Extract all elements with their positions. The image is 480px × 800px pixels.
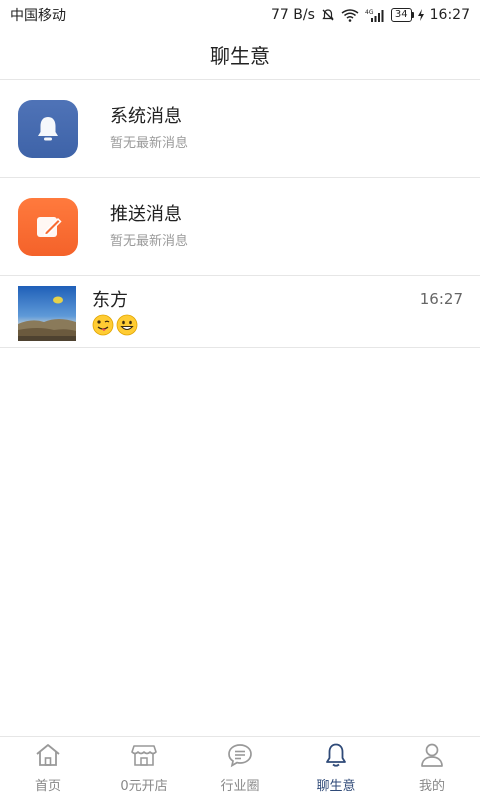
nav-label-store: 0元开店 <box>120 779 168 794</box>
message-list: 系统消息 暂无最新消息 推送消息 暂无最新消息 东方 16:27 <box>0 80 480 348</box>
push-messages-subtitle: 暂无最新消息 <box>110 233 189 249</box>
battery-indicator: 34 <box>390 8 414 22</box>
battery-level: 34 <box>394 9 408 20</box>
store-icon <box>131 745 157 766</box>
mute-icon <box>321 8 335 22</box>
chat-last-message <box>92 314 138 336</box>
grinning-emoji <box>116 314 138 336</box>
nav-label-chat-business: 聊生意 <box>316 779 356 794</box>
bell-icon <box>326 743 346 767</box>
charging-icon <box>417 9 424 21</box>
signal-icon: 4G <box>365 8 385 22</box>
home-icon <box>36 744 60 766</box>
nav-item-home[interactable]: 首页 <box>0 737 96 800</box>
status-bar: 中国移动 77 B/s 4G 34 16:27 <box>0 0 480 30</box>
push-messages-text: 推送消息 暂无最新消息 <box>110 203 188 251</box>
chat-timestamp: 16:27 <box>419 290 463 308</box>
push-messages-item[interactable]: 推送消息 暂无最新消息 <box>0 178 480 276</box>
avatar <box>18 286 76 341</box>
nav-item-chat-business[interactable]: 聊生意 <box>288 737 384 800</box>
carrier-name: 中国移动 <box>10 8 66 24</box>
nav-item-profile[interactable]: 我的 <box>384 737 480 800</box>
nav-label-industry-circle: 行业圈 <box>220 779 260 794</box>
nav-item-store[interactable]: 0元开店 <box>96 737 192 800</box>
system-messages-item[interactable]: 系统消息 暂无最新消息 <box>0 80 480 178</box>
status-indicators: 77 B/s 4G 34 16:27 <box>271 7 470 23</box>
bell-icon <box>18 99 78 158</box>
clock: 16:27 <box>429 7 470 23</box>
edit-icon <box>18 197 78 256</box>
nav-label-profile: 我的 <box>418 779 445 794</box>
push-messages-title: 推送消息 <box>110 203 182 225</box>
network-speed: 77 B/s <box>271 7 315 23</box>
system-messages-title: 系统消息 <box>110 105 182 127</box>
nav-label-home: 首页 <box>34 779 61 794</box>
system-messages-text: 系统消息 暂无最新消息 <box>110 105 188 153</box>
chat-item[interactable]: 东方 16:27 <box>0 276 480 348</box>
system-messages-subtitle: 暂无最新消息 <box>110 135 189 151</box>
page-title: 聊生意 <box>210 44 270 68</box>
winking-tongue-emoji <box>92 314 114 336</box>
page-header: 聊生意 <box>0 30 480 80</box>
chat-bubble-icon <box>228 744 252 768</box>
wifi-icon <box>341 8 359 22</box>
network-type-label: 4G <box>365 9 374 16</box>
chat-contact-name: 东方 <box>92 290 128 311</box>
nav-item-industry-circle[interactable]: 行业圈 <box>192 737 288 800</box>
chat-preview: 东方 <box>92 286 138 336</box>
bottom-nav: 首页 0元开店 行业圈 聊生意 我的 <box>0 736 480 800</box>
user-icon <box>421 743 443 767</box>
